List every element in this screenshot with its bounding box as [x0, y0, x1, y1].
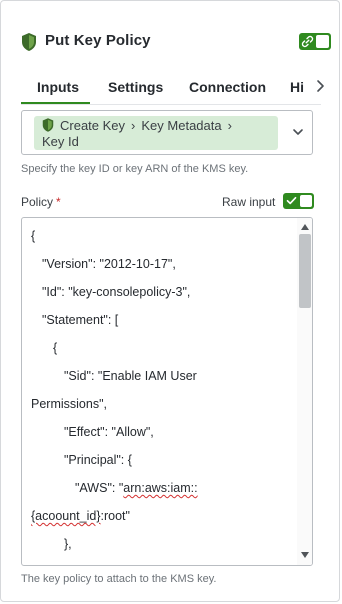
tab-connection[interactable]: Connection	[189, 79, 266, 95]
code-line: "Sid": "Enable IAM User	[64, 369, 197, 383]
raw-input-toggle[interactable]	[283, 193, 314, 209]
spellcheck-token: {acoount_id}	[31, 509, 101, 523]
tab-history[interactable]: Hi	[290, 79, 304, 95]
chevron-right-icon: ›	[227, 118, 232, 133]
page-title: Put Key Policy	[45, 32, 151, 49]
tab-inputs[interactable]: Inputs	[37, 79, 79, 95]
code-line: "Version": "2012-10-17",	[42, 257, 176, 271]
breadcrumb-step: Create Key	[60, 118, 126, 133]
code-line: "Statement": [	[42, 313, 119, 327]
policy-label: Policy *	[21, 195, 61, 209]
tab-bar: Inputs Settings Connection Hi	[21, 73, 341, 105]
link-icon	[301, 35, 314, 48]
link-toggle[interactable]	[299, 33, 331, 50]
policy-hint: The key policy to attach to the KMS key.	[21, 573, 217, 585]
tab-settings[interactable]: Settings	[108, 79, 163, 95]
policy-label-text: Policy	[21, 195, 54, 209]
scroll-up-arrow-icon[interactable]	[301, 224, 309, 230]
key-reference-chip: Create Key › Key Metadata › Key Id	[34, 116, 278, 150]
code-token: :root"	[100, 509, 130, 523]
code-token: "AWS": "	[75, 481, 124, 495]
breadcrumb-step: Key Id	[42, 134, 79, 149]
chevron-right-icon[interactable]	[314, 77, 328, 95]
key-id-hint: Specify the key ID or key ARN of the KMS…	[21, 163, 249, 175]
toggle-knob	[300, 195, 312, 207]
policy-editor[interactable]: { "Version": "2012-10-17", "Id": "key-co…	[21, 217, 313, 566]
breadcrumb-step: Key Metadata	[141, 118, 222, 133]
chevron-down-icon[interactable]	[292, 126, 304, 138]
scrollbar-thumb[interactable]	[299, 234, 311, 308]
raw-input-label: Raw input	[222, 195, 276, 209]
code-line: {	[53, 341, 58, 355]
checkmark-icon	[286, 196, 297, 205]
chip-line-2: Key Id	[42, 134, 79, 149]
code-line: Permissions",	[31, 397, 107, 411]
editor-scrollbar[interactable]	[297, 218, 312, 565]
key-id-select[interactable]: Create Key › Key Metadata › Key Id	[21, 110, 313, 155]
chip-line-1: Create Key › Key Metadata ›	[42, 118, 238, 133]
code-line: "Effect": "Allow",	[64, 425, 154, 439]
code-line: "Principal": {	[64, 453, 132, 467]
tab-divider	[21, 104, 321, 105]
required-marker: *	[56, 195, 61, 209]
code-line: },	[64, 537, 72, 551]
toggle-knob	[316, 35, 329, 48]
code-line: "AWS": "arn:aws:iam::	[75, 481, 198, 495]
panel-header: Put Key Policy	[1, 1, 341, 59]
code-line: {acoount_id}:root"	[31, 509, 130, 523]
kms-action-panel: Put Key Policy Inputs Settings Connectio…	[0, 0, 340, 602]
code-line: {	[31, 229, 36, 243]
chevron-right-icon: ›	[131, 118, 136, 133]
kms-shield-icon	[22, 33, 36, 51]
code-line: "Id": "key-consolepolicy-3",	[42, 285, 191, 299]
scroll-down-arrow-icon[interactable]	[301, 552, 309, 558]
spellcheck-token: arn:aws:iam::	[123, 481, 198, 495]
kms-shield-icon	[42, 118, 54, 132]
